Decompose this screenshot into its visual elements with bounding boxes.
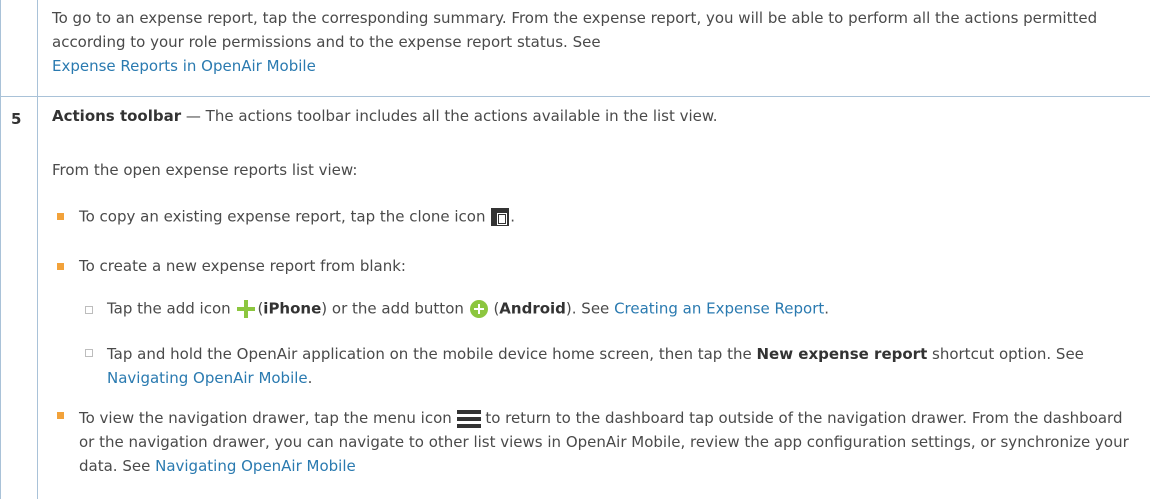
table-row-divider xyxy=(0,96,1150,97)
new-expense-report-label: New expense report xyxy=(756,345,928,363)
sub-bullet-marker xyxy=(85,349,93,357)
actions-toolbar-desc: — The actions toolbar includes all the a… xyxy=(181,107,718,125)
shortcut-text: Tap and hold the OpenAir application on … xyxy=(107,345,752,363)
intro-text: To go to an expense report, tap the corr… xyxy=(52,9,1098,51)
from-list-text: From the open expense reports list view: xyxy=(52,161,358,179)
actions-toolbar-title: Actions toolbar xyxy=(52,107,182,125)
intro-cell: To go to an expense report, tap the corr… xyxy=(52,6,1120,78)
add-button-text: ) or the add button xyxy=(321,299,464,318)
bullet-clone-end: . xyxy=(510,207,516,226)
document-table: To go to an expense report, tap the corr… xyxy=(0,0,1150,499)
expense-reports-link[interactable]: Expense Reports in OpenAir Mobile xyxy=(52,57,316,75)
see-text: ). See xyxy=(565,299,610,318)
bullet-clone: To copy an existing expense report, tap … xyxy=(79,207,1130,227)
menu-icon xyxy=(456,409,481,428)
bullet-create: To create a new expense report from blan… xyxy=(79,257,406,275)
period: . xyxy=(307,369,313,387)
bullet-marker xyxy=(57,412,64,419)
bullet-marker xyxy=(57,213,64,220)
creating-expense-report-link[interactable]: Creating an Expense Report xyxy=(614,300,824,318)
table-column-divider xyxy=(37,0,38,499)
sub-bullet-marker xyxy=(85,306,93,314)
clone-icon xyxy=(491,208,510,226)
bullet-marker xyxy=(57,263,64,270)
intro-paragraph: To go to an expense report, tap the corr… xyxy=(52,6,1120,78)
iphone-label: iPhone xyxy=(263,299,322,318)
row-number: 5 xyxy=(11,110,22,128)
android-label: Android xyxy=(499,299,566,318)
shortcut-text-2: shortcut option. See xyxy=(932,345,1084,363)
table-left-border xyxy=(0,0,1,499)
navigating-openair-link-2[interactable]: Navigating OpenAir Mobile xyxy=(155,457,356,475)
add-icon xyxy=(237,300,256,318)
add-button-icon xyxy=(469,300,488,318)
bullet-nav-drawer: To view the navigation drawer, tap the m… xyxy=(79,406,1130,478)
actions-toolbar-heading: Actions toolbar — The actions toolbar in… xyxy=(52,107,1130,125)
period: . xyxy=(824,299,830,318)
menu-icon-text: To view the navigation drawer, tap the m… xyxy=(79,409,452,427)
sub-bullet-add: Tap the add icon (iPhone) or the add but… xyxy=(107,299,830,318)
add-icon-text: Tap the add icon xyxy=(107,299,231,318)
sub-bullet-shortcut: Tap and hold the OpenAir application on … xyxy=(107,342,1130,390)
navigating-openair-link[interactable]: Navigating OpenAir Mobile xyxy=(107,369,308,387)
bullet-clone-text: To copy an existing expense report, tap … xyxy=(79,207,486,226)
